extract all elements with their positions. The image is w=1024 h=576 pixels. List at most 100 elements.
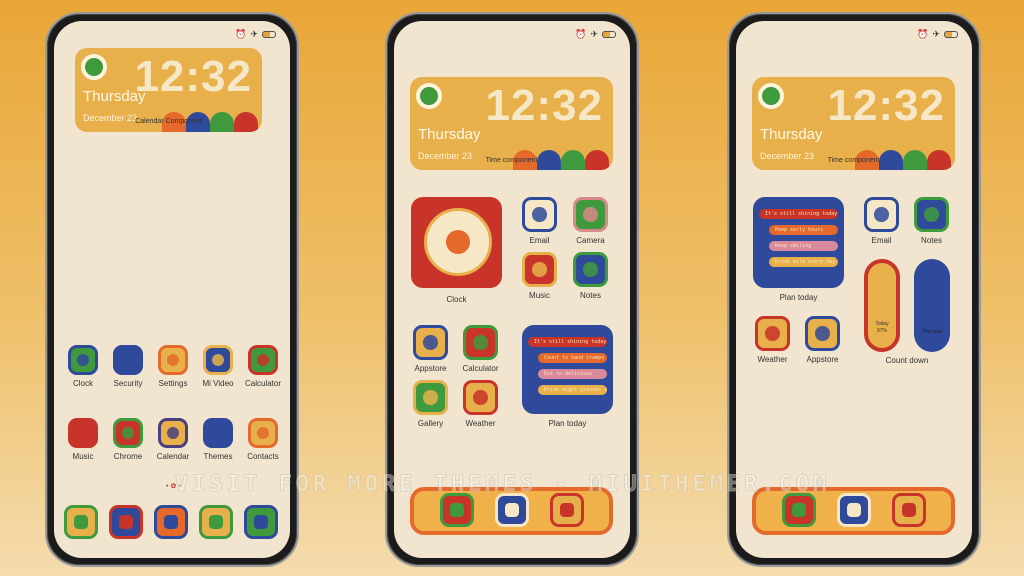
plan-item: Drink milk every day <box>769 257 838 267</box>
icon-glyph <box>74 515 88 529</box>
shield-icon[interactable] <box>113 345 143 375</box>
email-icon[interactable] <box>864 197 899 232</box>
countdown-label[interactable]: Count down <box>877 356 937 365</box>
icon-glyph <box>473 335 488 350</box>
app-label[interactable]: Notes <box>902 236 962 245</box>
year-label: This year <box>921 329 943 335</box>
day-text: Thursday <box>418 126 481 143</box>
clock-label[interactable]: Clock <box>427 295 487 304</box>
icon-glyph <box>765 326 780 341</box>
today-label: Today <box>875 321 889 327</box>
alarm-icon: ⏰ <box>575 29 587 39</box>
play-icon[interactable] <box>203 345 233 375</box>
appstore-icon[interactable] <box>413 325 448 360</box>
widget-caption: Time component <box>485 157 538 164</box>
time-text: 12:32 <box>485 81 603 130</box>
weather-icon[interactable] <box>463 380 498 415</box>
airplane-icon: ✈ <box>250 29 258 39</box>
clock-widget-large[interactable] <box>411 197 502 288</box>
icon-glyph <box>532 262 547 277</box>
icon-glyph <box>423 335 438 350</box>
app-label[interactable]: Camera <box>561 236 621 245</box>
icon-glyph <box>505 503 519 517</box>
palette-icon[interactable] <box>203 418 233 448</box>
plan-item: Keep smiling <box>769 241 838 251</box>
status-bar: ⏰ ✈ <box>917 29 958 40</box>
plan-item: It's still shining today <box>528 337 607 347</box>
plan-item: Drink eight glasses of water <box>538 385 607 395</box>
music-icon[interactable] <box>522 252 557 287</box>
icon-glyph <box>164 515 178 529</box>
browser-icon[interactable] <box>892 493 926 527</box>
monster-icon <box>234 112 258 132</box>
icon-glyph <box>257 354 269 366</box>
notes-icon[interactable] <box>573 252 608 287</box>
kite-icon <box>758 83 784 109</box>
app-label[interactable]: Weather <box>451 419 511 428</box>
countdown-today[interactable]: Today 97% <box>864 259 900 352</box>
orange-face-icon <box>442 226 474 258</box>
app-label[interactable]: Notes <box>561 291 621 300</box>
icon-glyph <box>792 503 806 517</box>
status-bar: ⏰ ✈ <box>235 29 276 40</box>
app-label[interactable]: Contacts <box>233 452 290 461</box>
messages-icon[interactable] <box>109 505 143 539</box>
music-icon[interactable] <box>68 418 98 448</box>
icon-glyph <box>473 390 488 405</box>
kite-icon <box>416 83 442 109</box>
chrome-icon[interactable] <box>113 418 143 448</box>
contacts-icon[interactable] <box>495 493 529 527</box>
plan-label[interactable]: Plan today <box>769 293 829 302</box>
battery-icon <box>944 31 958 38</box>
gallery-icon[interactable] <box>199 505 233 539</box>
widget-caption: Calendar Component <box>135 118 202 125</box>
icon-glyph <box>532 207 547 222</box>
icon-glyph <box>122 354 134 366</box>
icon-glyph <box>583 207 598 222</box>
battery-icon <box>602 31 616 38</box>
icon-glyph <box>560 503 574 517</box>
app-label[interactable]: Calculator <box>451 364 511 373</box>
gear-icon[interactable] <box>158 345 188 375</box>
plan-item: Count to hand cramps <box>538 353 607 363</box>
calendar-icon[interactable] <box>158 418 188 448</box>
icon-glyph <box>815 326 830 341</box>
plan-today-widget[interactable]: It's still shining today Count to hand cr… <box>522 325 613 414</box>
widget-caption: Time component <box>827 157 880 164</box>
icon-glyph <box>450 503 464 517</box>
app-label[interactable]: Appstore <box>793 355 853 364</box>
gallery-icon[interactable] <box>413 380 448 415</box>
plan-today-widget[interactable]: It's still shining today Keep early hours… <box>753 197 844 288</box>
icon-glyph <box>212 427 224 439</box>
kite-icon <box>81 54 107 80</box>
appstore-icon[interactable] <box>805 316 840 351</box>
messages-icon[interactable] <box>782 493 816 527</box>
camera-icon[interactable] <box>244 505 278 539</box>
messages-icon[interactable] <box>440 493 474 527</box>
email-icon[interactable] <box>522 197 557 232</box>
calculator-icon[interactable] <box>463 325 498 360</box>
browser-icon[interactable] <box>550 493 584 527</box>
weather-icon[interactable] <box>755 316 790 351</box>
notes-icon[interactable] <box>914 197 949 232</box>
contacts-icon[interactable] <box>837 493 871 527</box>
app-label[interactable]: Calculator <box>233 379 290 388</box>
icon-glyph <box>874 207 889 222</box>
plan-item: Keep early hours <box>769 225 838 235</box>
time-text: 12:32 <box>827 81 945 130</box>
plan-label[interactable]: Plan today <box>538 419 598 428</box>
icon-glyph <box>924 207 939 222</box>
icon-glyph <box>847 503 861 517</box>
monster-icon <box>927 150 951 170</box>
phone-icon[interactable] <box>64 505 98 539</box>
notes-icon[interactable] <box>154 505 188 539</box>
clock-icon[interactable] <box>68 345 98 375</box>
icon-glyph <box>254 515 268 529</box>
countdown-year[interactable]: This year <box>914 259 950 352</box>
battery-icon <box>262 31 276 38</box>
contacts-icon[interactable] <box>248 418 278 448</box>
camera-icon[interactable] <box>573 197 608 232</box>
icon-glyph <box>583 262 598 277</box>
calculator-icon[interactable] <box>248 345 278 375</box>
icon-glyph <box>167 427 179 439</box>
